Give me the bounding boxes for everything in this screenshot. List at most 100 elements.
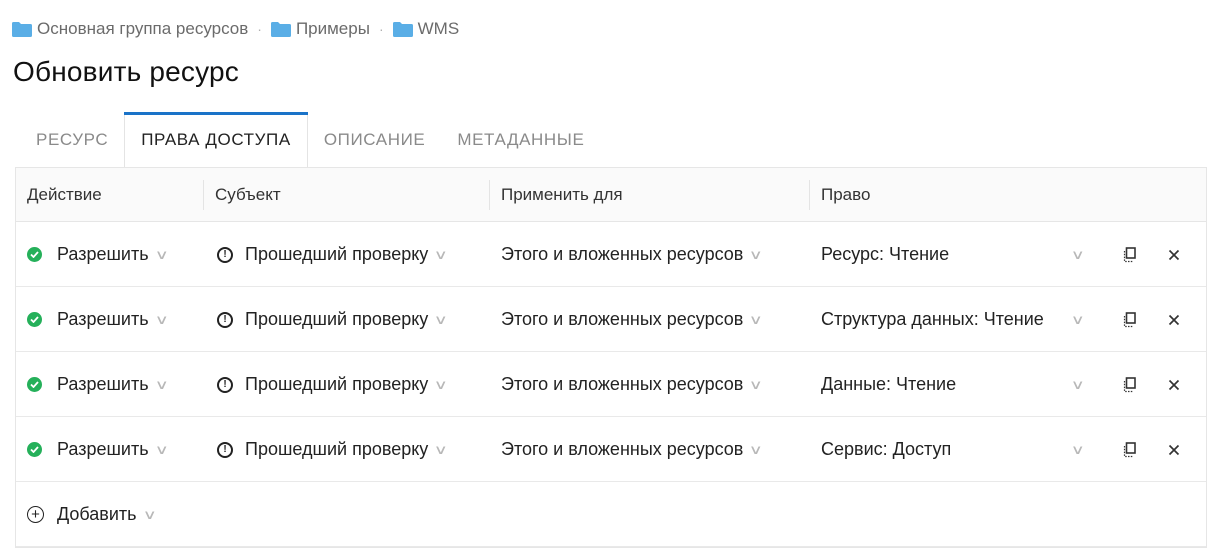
column-header-right: Право (821, 184, 871, 204)
scope-select[interactable]: Этого и вложенных ресурсов ∨ (501, 287, 764, 352)
chevron-down-icon: ∨ (154, 376, 169, 392)
close-icon (1168, 249, 1180, 260)
copy-button[interactable] (1119, 417, 1141, 482)
subject-value: Прошедший проверку (245, 374, 429, 394)
subject-value: Прошедший проверку (245, 309, 429, 329)
check-circle-icon (27, 247, 42, 262)
add-row: + Добавить ∨ (16, 482, 1206, 547)
chevron-down-icon: ∨ (1071, 311, 1086, 327)
chevron-down-icon: ∨ (1071, 441, 1086, 457)
tab-bar: РЕСУРС ПРАВА ДОСТУПА ОПИСАНИЕ МЕТАДАННЫЕ (20, 112, 600, 168)
close-icon (1168, 314, 1180, 325)
column-divider (809, 180, 810, 210)
scope-select[interactable]: Этого и вложенных ресурсов ∨ (501, 222, 764, 287)
table-row: Разрешить ∨ ! Прошедший проверку ∨ Этого… (16, 352, 1206, 417)
chevron-down-icon: ∨ (142, 506, 157, 522)
breadcrumb-separator: · (257, 21, 262, 37)
check-circle-icon (27, 442, 42, 457)
right-value: Ресурс: Чтение (821, 244, 950, 264)
right-select[interactable]: Данные: Чтение ∨ (821, 352, 1086, 417)
info-circle-icon: ! (217, 246, 233, 263)
action-select[interactable]: Разрешить ∨ (27, 222, 169, 287)
chevron-down-icon: ∨ (1071, 246, 1086, 262)
copy-button[interactable] (1119, 352, 1141, 417)
subject-select[interactable]: ! Прошедший проверку ∨ (217, 222, 449, 287)
right-select[interactable]: Сервис: Доступ ∨ (821, 417, 1086, 482)
column-header-action: Действие (27, 184, 102, 204)
action-select[interactable]: Разрешить ∨ (27, 287, 169, 352)
right-value: Данные: Чтение (821, 374, 957, 394)
check-circle-icon (27, 377, 42, 392)
chevron-down-icon: ∨ (154, 441, 169, 457)
chevron-down-icon: ∨ (154, 311, 169, 327)
close-icon (1168, 379, 1180, 390)
chevron-down-icon: ∨ (748, 246, 764, 262)
delete-button[interactable] (1163, 352, 1185, 417)
breadcrumb: Основная группа ресурсов · Примеры · WMS (12, 18, 459, 40)
copy-icon (1123, 376, 1136, 392)
chevron-down-icon: ∨ (433, 311, 449, 327)
action-select[interactable]: Разрешить ∨ (27, 417, 169, 482)
scope-value: Этого и вложенных ресурсов (501, 244, 744, 264)
breadcrumb-label: WMS (417, 19, 460, 38)
column-divider (489, 180, 490, 210)
action-value: Разрешить (57, 374, 149, 394)
check-circle-icon (27, 312, 42, 327)
right-value: Сервис: Доступ (821, 439, 952, 459)
table-header: Действие Субъект Применить для Право (16, 168, 1206, 222)
action-select[interactable]: Разрешить ∨ (27, 352, 169, 417)
info-circle-icon: ! (217, 376, 233, 393)
close-icon (1168, 444, 1180, 455)
table-row: Разрешить ∨ ! Прошедший проверку ∨ Этого… (16, 417, 1206, 482)
delete-button[interactable] (1163, 222, 1185, 287)
copy-button[interactable] (1119, 222, 1141, 287)
chevron-down-icon: ∨ (433, 441, 449, 457)
column-header-subject: Субъект (215, 184, 281, 204)
breadcrumb-separator: · (378, 21, 384, 37)
breadcrumb-item-examples[interactable]: Примеры (270, 19, 370, 39)
right-select[interactable]: Структура данных: Чтение ∨ (821, 287, 1086, 352)
copy-button[interactable] (1119, 287, 1141, 352)
info-circle-icon: ! (217, 311, 233, 328)
breadcrumb-item-wms[interactable]: WMS (392, 19, 460, 39)
subject-value: Прошедший проверку (245, 439, 429, 459)
subject-select[interactable]: ! Прошедший проверку ∨ (217, 352, 449, 417)
breadcrumb-label: Основная группа ресурсов (37, 19, 249, 38)
breadcrumb-label: Примеры (295, 19, 370, 38)
scope-value: Этого и вложенных ресурсов (501, 374, 744, 394)
copy-icon (1123, 311, 1136, 327)
scope-value: Этого и вложенных ресурсов (501, 439, 744, 459)
scope-value: Этого и вложенных ресурсов (501, 309, 744, 329)
table-row: Разрешить ∨ ! Прошедший проверку ∨ Этого… (16, 222, 1206, 287)
subject-select[interactable]: ! Прошедший проверку ∨ (217, 417, 449, 482)
folder-icon (12, 21, 32, 37)
add-permission-select[interactable]: + Добавить ∨ (27, 482, 157, 547)
folder-icon (392, 21, 413, 37)
tab-metadata[interactable]: МЕТАДАННЫЕ (441, 112, 600, 168)
column-header-scope: Применить для (501, 184, 623, 204)
chevron-down-icon: ∨ (748, 311, 764, 327)
tab-description[interactable]: ОПИСАНИЕ (308, 112, 442, 168)
info-circle-icon: ! (217, 441, 233, 458)
chevron-down-icon: ∨ (433, 246, 449, 262)
action-value: Разрешить (57, 439, 149, 459)
breadcrumb-item-main-group[interactable]: Основная группа ресурсов (12, 19, 248, 39)
scope-select[interactable]: Этого и вложенных ресурсов ∨ (501, 417, 763, 482)
scope-select[interactable]: Этого и вложенных ресурсов ∨ (501, 352, 763, 417)
chevron-down-icon: ∨ (1071, 376, 1086, 392)
chevron-down-icon: ∨ (154, 246, 169, 262)
subject-select[interactable]: ! Прошедший проверку ∨ (217, 287, 449, 352)
folder-icon (270, 21, 291, 37)
table-row: Разрешить ∨ ! Прошедший проверку ∨ Этого… (16, 287, 1206, 352)
tab-permissions[interactable]: ПРАВА ДОСТУПА (124, 112, 308, 168)
plus-circle-icon: + (27, 506, 44, 523)
tab-resource[interactable]: РЕСУРС (20, 112, 124, 168)
delete-button[interactable] (1163, 417, 1185, 482)
delete-button[interactable] (1163, 287, 1185, 352)
copy-icon (1123, 246, 1136, 262)
right-select[interactable]: Ресурс: Чтение ∨ (821, 222, 1086, 287)
action-value: Разрешить (57, 244, 149, 264)
page-title: Обновить ресурс (13, 56, 239, 87)
chevron-down-icon: ∨ (433, 376, 449, 392)
column-divider (203, 180, 204, 210)
